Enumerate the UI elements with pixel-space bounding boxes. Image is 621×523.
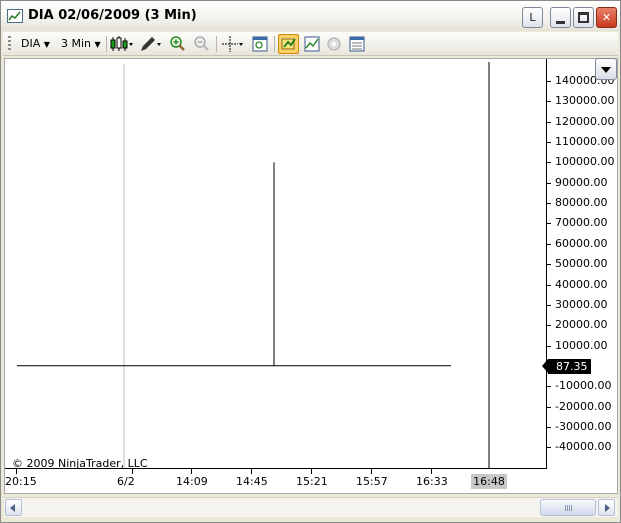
maximize-icon [578,12,589,23]
y-axis-tick [546,325,551,327]
price-chart-panel[interactable]: 140000.00 130000.00 120000.00 110000.00 1000… [4,58,618,494]
indicators-button[interactable] [303,35,321,53]
close-icon: ✕ [601,11,612,24]
maximize-button[interactable] [573,7,594,28]
y-axis-tick [546,406,551,408]
instrument-label: DIA [21,37,41,50]
scroll-left-button[interactable] [5,499,22,516]
y-axis-tick-label: 130000.00 [555,94,615,108]
strategies-button[interactable] [325,35,343,53]
y-axis-tick-label: 70000.00 [555,216,608,230]
y-axis-tick-label: -20000.00 [555,399,612,413]
y-axis-tick [546,243,551,245]
x-axis-tick [191,469,192,474]
zoom-out-button[interactable] [193,35,211,53]
interval-label: 3 Min [61,37,92,50]
zoom-out-icon [194,36,209,51]
y-axis-tick-label: 90000.00 [555,175,608,189]
y-axis-tick-label: -10000.00 [555,379,612,393]
x-axis-tick [251,469,252,474]
data-box-button[interactable] [251,35,269,53]
chevron-down-icon: ▼ [94,40,101,49]
y-axis-tick [546,345,551,347]
minimize-icon [556,21,565,24]
minimize-button[interactable] [550,7,571,28]
crosshair-icon [222,36,243,52]
chart-trader-button[interactable] [278,34,299,54]
indicators-icon [304,36,320,52]
y-axis-tick [546,447,551,449]
y-axis-tick-label: 100000.00 [555,155,615,169]
y-axis-tick [546,142,551,144]
x-axis-tick-label: 14:09 [176,475,208,488]
y-axis-tick-label: 60000.00 [555,236,608,250]
candlestick-button[interactable] [110,35,134,53]
scrollbar-thumb[interactable] [540,499,596,516]
x-axis-tick [371,469,372,474]
interval-selector[interactable]: 3 Min ▼ [61,37,101,50]
candlestick-icon [110,36,133,51]
zoom-in-icon [170,36,185,51]
strategies-icon [327,37,341,51]
link-button[interactable]: L [522,7,543,28]
data-box-icon [252,36,268,52]
y-axis-tick [546,386,551,388]
draw-tool-button[interactable] [139,35,163,53]
y-axis-tick [546,223,551,225]
chart-window: DIA 02/06/2009 (3 Min) L ✕ DIA ▼ 3 Min ▼ [0,0,621,523]
x-axis-tick-label: 16:33 [416,475,448,488]
current-price-badge: 87.35 [542,358,591,374]
y-axis-tick [546,162,551,164]
properties-button[interactable] [348,35,366,53]
toolbar-separator [216,36,217,52]
y-axis-tick [546,426,551,428]
y-axis-tick-label: -40000.00 [555,440,612,454]
x-axis-tick-label: 6/2 [117,475,135,488]
scroll-right-button[interactable] [598,499,615,516]
chevron-down-icon: ▼ [43,40,50,49]
y-axis-tick [546,81,551,82]
toolbar-separator [106,36,107,52]
x-axis-tick [311,469,312,474]
y-axis-tick-label: 120000.00 [555,114,615,128]
y-axis-tick [546,264,551,266]
x-axis-tick-label: 15:21 [296,475,328,488]
title-bar[interactable]: DIA 02/06/2009 (3 Min) L ✕ [1,1,620,31]
y-axis-tick [546,203,551,205]
y-axis-tick-label: 80000.00 [555,196,608,210]
x-axis-tick-label: 20:15 [5,475,37,488]
current-time-badge: 16:48 [471,474,507,489]
pencil-draw-icon [141,37,161,51]
chart-options-dropdown[interactable] [595,58,617,80]
y-axis-tick-label: 40000.00 [555,277,608,291]
copyright-text: © 2009 NinjaTrader, LLC [12,457,148,470]
y-axis-tick-label: 110000.00 [555,135,615,149]
x-axis-tick-label: 14:45 [236,475,268,488]
toolbar-grip[interactable] [8,36,11,52]
y-axis-tick-label: 50000.00 [555,257,608,271]
y-axis-tick [546,304,551,306]
chart-toolbar: DIA ▼ 3 Min ▼ [3,32,618,56]
crosshair-button[interactable] [221,35,245,53]
x-axis-tick-label: 15:57 [356,475,388,488]
zoom-in-button[interactable] [169,35,187,53]
y-axis-tick [546,284,551,286]
y-axis-tick-label: 20000.00 [555,318,608,332]
toolbar-separator [274,36,275,52]
y-axis-tick-label: 30000.00 [555,297,608,311]
horizontal-scrollbar[interactable] [4,497,618,517]
close-button[interactable]: ✕ [596,7,617,28]
y-axis-tick [546,101,551,103]
chart-trader-icon [281,38,296,50]
instrument-selector[interactable]: DIA ▼ [21,37,50,50]
y-axis-tick [546,121,551,123]
chart-app-icon [7,9,23,23]
price-chart-plot[interactable] [5,59,546,468]
y-axis-tick-label: -30000.00 [555,419,612,433]
y-axis-tick [546,182,551,184]
window-title: DIA 02/06/2009 (3 Min) [28,8,197,23]
properties-icon [349,36,365,52]
x-axis-tick [431,469,432,474]
y-axis-tick-label: 10000.00 [555,338,608,352]
